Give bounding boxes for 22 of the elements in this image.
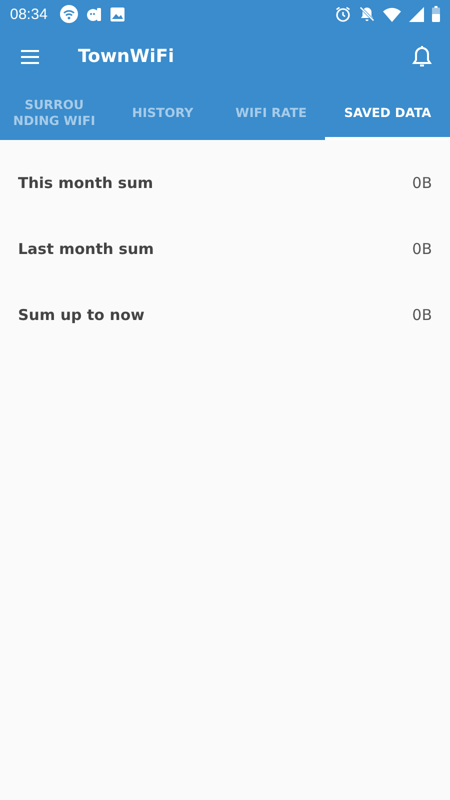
bell-icon[interactable] — [412, 46, 432, 68]
menu-icon[interactable] — [20, 48, 40, 64]
tab[interactable]: WIFI RATE — [216, 85, 326, 140]
tab[interactable]: SAVED DATA — [325, 85, 450, 140]
tab[interactable]: HISTORY — [108, 85, 217, 140]
wifi-signal-icon — [383, 6, 401, 22]
row-label: This month sum — [18, 174, 154, 192]
row-label: Last month sum — [18, 240, 154, 258]
cell-signal-icon — [409, 6, 424, 22]
image-icon — [110, 6, 125, 22]
alarm-icon — [335, 6, 351, 22]
tab[interactable]: SURROU NDING WIFI — [0, 85, 108, 140]
notifications-off-icon — [359, 6, 375, 22]
battery-icon — [432, 6, 440, 22]
row-value: 0B — [412, 306, 432, 324]
row-value: 0B — [412, 240, 432, 258]
status-time: 08:34 — [10, 6, 48, 22]
app-title: TownWiFi — [78, 46, 176, 67]
row-value: 0B — [412, 174, 432, 192]
row-label: Sum up to now — [18, 306, 145, 324]
wifi-icon — [60, 5, 78, 23]
app-notification-icon — [86, 6, 102, 22]
